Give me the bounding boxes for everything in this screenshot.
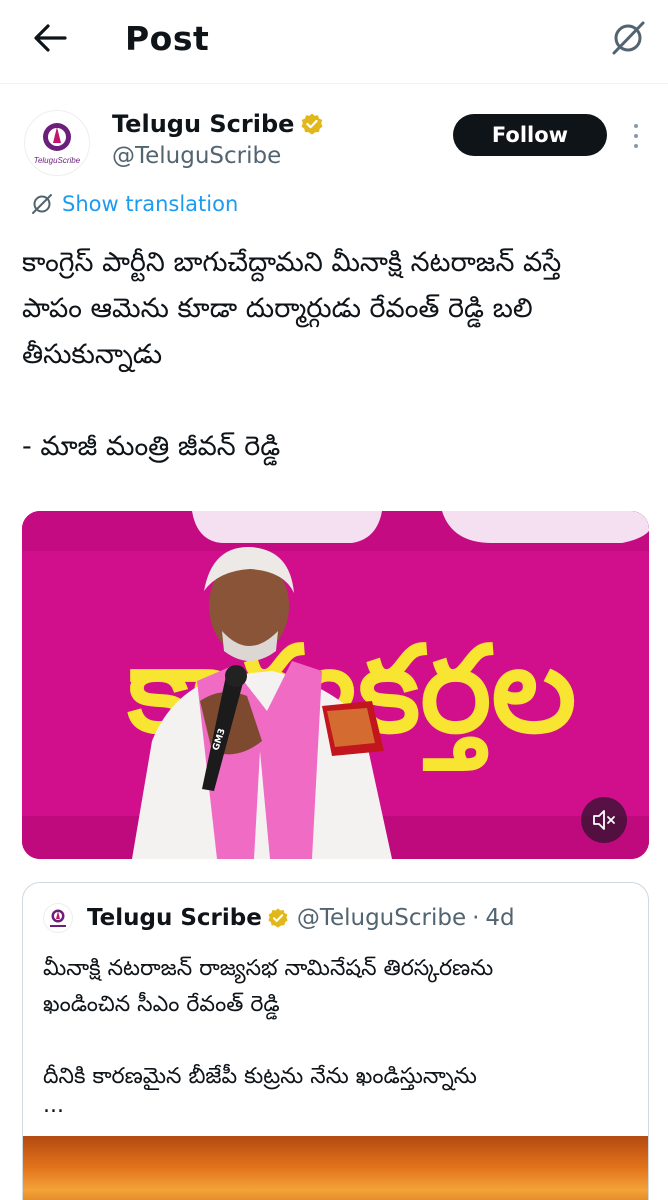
separator-dot: ·: [472, 905, 480, 931]
post-author: TeluguScribe Telugu Scribe @TeluguScribe…: [24, 108, 644, 178]
back-button[interactable]: [28, 18, 72, 58]
post-video[interactable]: కార్యకర్తల GM3: [22, 511, 649, 859]
author-handle[interactable]: @TeluguScribe: [112, 141, 281, 171]
post-attribution: - మాజీ మంత్రి జీవన్ రెడ్డి: [22, 431, 281, 462]
quoted-text: మీనాక్షి నటరాజన్ రాజ్యసభ నామినేషన్ తిరస్…: [43, 951, 633, 1117]
avatar[interactable]: TeluguScribe: [24, 110, 90, 176]
quoted-timestamp: 4d: [485, 905, 515, 931]
follow-button[interactable]: Follow: [453, 114, 607, 156]
arrow-left-icon: [34, 24, 67, 52]
quoted-text-line: ఖండించిన సీఎం రేవంత్ రెడ్డి: [43, 992, 280, 1017]
quoted-text-line: దీనికి కారణమైన బీజేపీ కుట్రను నేను ఖండిస…: [43, 1064, 477, 1089]
page-title: Post: [125, 19, 210, 58]
verified-badge-icon: [300, 112, 324, 136]
post-text-line: కాంగ్రెస్ పార్టీని బాగుచేద్దామని మీనాక్ష…: [22, 247, 562, 278]
show-translation-label: Show translation: [62, 192, 239, 216]
mute-button[interactable]: [581, 797, 627, 843]
more-vertical-icon: [634, 124, 638, 128]
grok-icon: [30, 192, 54, 216]
quoted-text-ellipsis: ...: [43, 1093, 64, 1118]
post-text-line: పాపం ఆమెను కూడా దుర్మార్గుడు రేవంత్ రెడ్…: [22, 293, 533, 324]
avatar: [43, 903, 73, 933]
avatar-caption: TeluguScribe: [34, 156, 81, 165]
more-options-button[interactable]: [628, 120, 644, 152]
video-frame: కార్యకర్తల GM3: [22, 511, 649, 859]
quoted-author-name: Telugu Scribe: [87, 905, 262, 931]
quoted-author-handle: @TeluguScribe: [296, 905, 467, 931]
grok-button[interactable]: [606, 16, 650, 60]
post-text: కాంగ్రెస్ పార్టీని బాగుచేద్దామని మీనాక్ష…: [22, 240, 652, 470]
quoted-text-line: మీనాక్షి నటరాజన్ రాజ్యసభ నామినేషన్ తిరస్…: [43, 956, 494, 981]
post-text-line: తీసుకున్నాడు: [22, 339, 163, 370]
quoted-media[interactable]: [23, 1136, 648, 1200]
top-bar: Post: [0, 0, 668, 84]
grok-icon: [612, 21, 645, 55]
show-translation-link[interactable]: Show translation: [30, 192, 238, 216]
mute-icon: [593, 810, 615, 830]
verified-badge-icon: [267, 907, 289, 929]
quoted-post[interactable]: Telugu Scribe @TeluguScribe · 4d మీనాక్ష…: [22, 882, 649, 1200]
author-name[interactable]: Telugu Scribe: [112, 108, 294, 140]
